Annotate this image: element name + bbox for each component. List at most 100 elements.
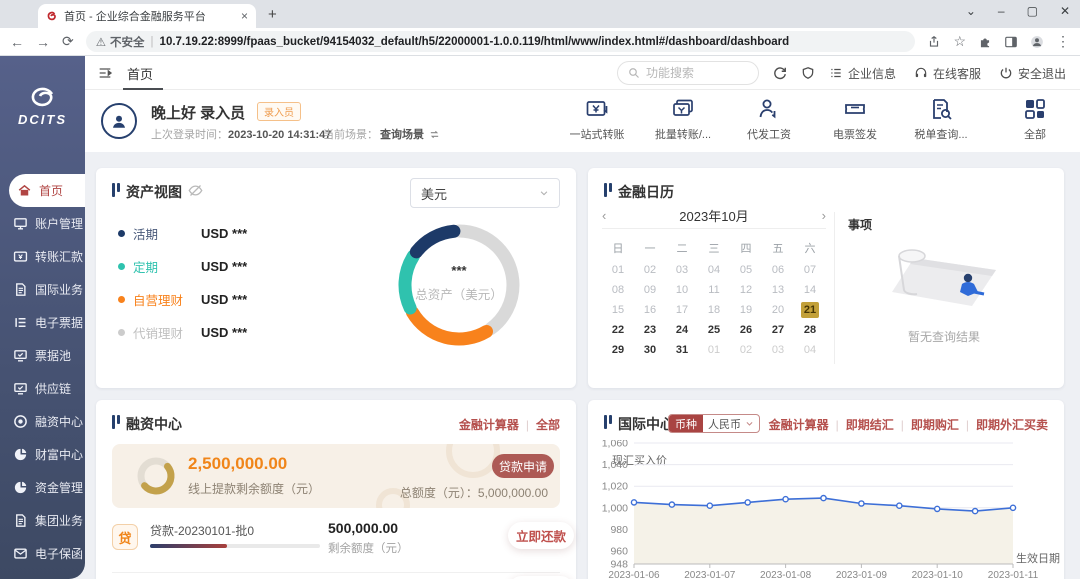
- tab-close-icon[interactable]: ×: [241, 10, 248, 22]
- intl-link-2[interactable]: 即期购汇: [911, 416, 959, 433]
- calendar-day[interactable]: 20: [762, 304, 794, 316]
- calendar-day[interactable]: 10: [666, 284, 698, 296]
- calendar-day[interactable]: 02: [634, 264, 666, 276]
- refresh-icon[interactable]: [773, 66, 787, 80]
- header-menu-online-service[interactable]: 在线客服: [914, 65, 981, 82]
- calendar-day[interactable]: 14: [794, 284, 826, 296]
- sidebar-item-financing[interactable]: 融资中心: [0, 405, 85, 438]
- calendar-day[interactable]: 18: [698, 304, 730, 316]
- calendar-day[interactable]: 04: [794, 344, 826, 356]
- sidebar-item-accounts[interactable]: 账户管理: [0, 207, 85, 240]
- reload-icon[interactable]: ⟳: [62, 33, 74, 50]
- search-input[interactable]: [646, 66, 746, 80]
- intl-card-title: 国际中心: [618, 414, 674, 434]
- calendar-day[interactable]: 17: [666, 304, 698, 316]
- calendar-day[interactable]: 25: [698, 324, 730, 336]
- sidebar-item-guarantee[interactable]: 电子保函: [0, 537, 85, 570]
- calendar-day[interactable]: 31: [666, 344, 698, 356]
- calendar-day[interactable]: 03: [762, 344, 794, 356]
- sidebar-item-international[interactable]: 国际业务: [0, 273, 85, 306]
- calendar-day[interactable]: 27: [762, 324, 794, 336]
- intl-link-3[interactable]: 即期外汇买卖: [976, 416, 1048, 433]
- window-chevron-icon[interactable]: ⌄: [966, 4, 976, 18]
- calendar-prev-icon[interactable]: ‹: [602, 208, 606, 223]
- calendar-next-icon[interactable]: ›: [822, 208, 826, 223]
- sidebar-item-group[interactable]: 集团业务: [0, 504, 85, 537]
- collapse-sidebar-icon[interactable]: [97, 65, 113, 81]
- calendar-day[interactable]: 13: [762, 284, 794, 296]
- calendar-day[interactable]: 11: [698, 284, 730, 296]
- calendar-day[interactable]: 01: [698, 344, 730, 356]
- window-maximize-icon[interactable]: ▢: [1027, 4, 1038, 18]
- calendar-day[interactable]: 29: [602, 344, 634, 356]
- profile-avatar-icon[interactable]: [1030, 35, 1044, 49]
- sidebar-item-supply-chain[interactable]: 供应链: [0, 372, 85, 405]
- calendar-day[interactable]: 26: [730, 324, 762, 336]
- finance-calendar-card: 金融日历 ‹ 2023年10月 › 日一二三四五六 01020304050607…: [588, 168, 1064, 388]
- intl-link-0[interactable]: 金融计算器: [769, 416, 829, 433]
- quick-action-one-stop-transfer[interactable]: 一站式转账: [566, 97, 628, 142]
- browser-menu-icon[interactable]: ⋮: [1056, 33, 1070, 50]
- quick-action-all[interactable]: 全部: [1004, 97, 1066, 142]
- header-menu-enterprise-info[interactable]: 企业信息: [829, 65, 896, 82]
- intl-link-1[interactable]: 即期结汇: [846, 416, 894, 433]
- calendar-day[interactable]: 12: [730, 284, 762, 296]
- calendar-day[interactable]: 28: [794, 324, 826, 336]
- shield-icon[interactable]: [801, 66, 815, 80]
- calendar-day[interactable]: 03: [666, 264, 698, 276]
- currency-type-select[interactable]: 币种 人民币: [668, 414, 760, 433]
- calendar-day[interactable]: 16: [634, 304, 666, 316]
- repay-now-button[interactable]: 立即还款: [508, 522, 574, 549]
- quick-action-e-ticket-issue[interactable]: 电票签发: [824, 97, 886, 142]
- side-panel-icon[interactable]: [1004, 35, 1018, 49]
- loan-amount: 500,000.00: [328, 520, 398, 536]
- quick-action-batch-transfer[interactable]: 批量转账/...: [652, 97, 714, 142]
- extensions-icon[interactable]: [978, 35, 992, 49]
- function-search[interactable]: [617, 61, 759, 85]
- calendar-day[interactable]: 09: [634, 284, 666, 296]
- share-icon[interactable]: [927, 35, 941, 49]
- sidebar-item-funds[interactable]: 资金管理: [0, 471, 85, 504]
- sidebar-item-transfer[interactable]: 转账汇款: [0, 240, 85, 273]
- hide-balance-icon[interactable]: [188, 183, 203, 198]
- bookmark-star-icon[interactable]: ☆: [953, 33, 966, 50]
- currency-select[interactable]: 美元: [410, 178, 560, 208]
- quick-action-salary-payment[interactable]: 代发工资: [738, 97, 800, 142]
- calendar-day[interactable]: 15: [602, 304, 634, 316]
- calendar-day[interactable]: 02: [730, 344, 762, 356]
- tab-home[interactable]: 首页: [127, 64, 153, 83]
- quick-action-tax-query[interactable]: 税单查询...: [910, 97, 972, 142]
- financing-link-1[interactable]: 全部: [536, 416, 560, 433]
- back-icon[interactable]: ←: [10, 34, 24, 50]
- window-close-icon[interactable]: ✕: [1060, 4, 1070, 18]
- calendar-day[interactable]: 08: [602, 284, 634, 296]
- header-menu-safe-logout[interactable]: 安全退出: [999, 65, 1066, 82]
- calendar-day[interactable]: 22: [602, 324, 634, 336]
- avatar[interactable]: [101, 103, 137, 139]
- switch-scene-icon[interactable]: [429, 129, 440, 140]
- calendar-day[interactable]: 01: [602, 264, 634, 276]
- not-secure-warning-icon[interactable]: ⚠ 不安全: [96, 34, 145, 50]
- new-tab-icon[interactable]: +: [268, 6, 277, 23]
- calendar-day[interactable]: 24: [666, 324, 698, 336]
- calendar-day[interactable]: 05: [730, 264, 762, 276]
- calendar-day[interactable]: 30: [634, 344, 666, 356]
- sidebar-item-wealth[interactable]: 财富中心: [0, 438, 85, 471]
- forward-icon[interactable]: →: [36, 34, 50, 50]
- calendar-day[interactable]: 23: [634, 324, 666, 336]
- calendar-day[interactable]: 04: [698, 264, 730, 276]
- calendar-day-selected[interactable]: 21: [801, 302, 819, 318]
- sidebar-item-label: 电子保函: [35, 545, 83, 562]
- address-bar[interactable]: ⚠ 不安全 | 10.7.19.22:8999/fpaas_bucket/941…: [86, 31, 916, 52]
- calendar-day[interactable]: 19: [730, 304, 762, 316]
- sidebar-item-e-bill[interactable]: 电子票据: [0, 306, 85, 339]
- sidebar-item-bill-pool[interactable]: 票据池: [0, 339, 85, 372]
- calendar-day[interactable]: 06: [762, 264, 794, 276]
- loan-apply-button[interactable]: 贷款申请: [492, 454, 554, 478]
- financing-link-0[interactable]: 金融计算器: [459, 416, 519, 433]
- sidebar-item-home[interactable]: 首页: [9, 174, 85, 207]
- browser-tab-bar: 首页 - 企业综合金融服务平台 × + ⌄ – ▢ ✕: [0, 0, 1080, 28]
- window-minimize-icon[interactable]: –: [998, 4, 1005, 18]
- browser-tab[interactable]: 首页 - 企业综合金融服务平台 ×: [38, 4, 256, 28]
- calendar-day[interactable]: 07: [794, 264, 826, 276]
